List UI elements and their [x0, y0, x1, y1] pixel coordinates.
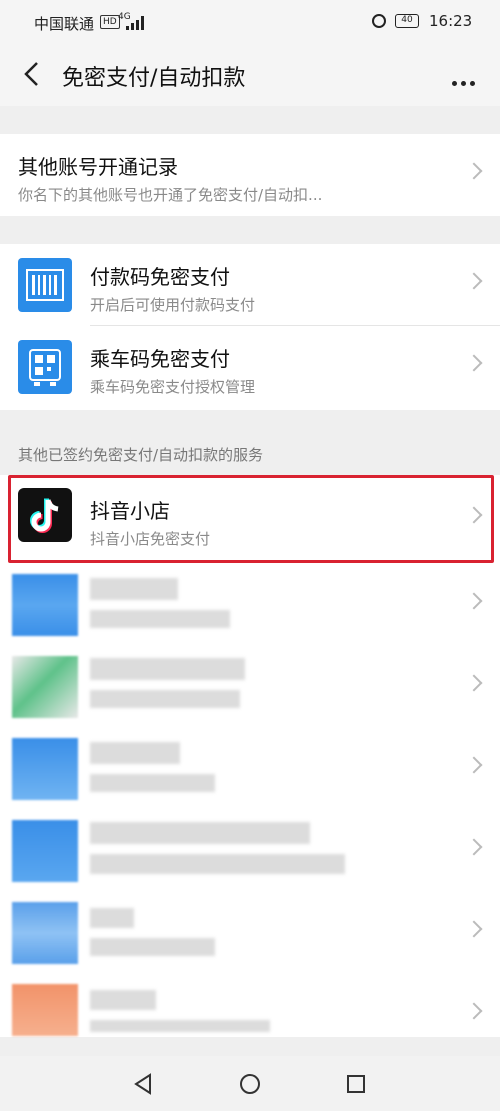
blurred-text [90, 1020, 270, 1032]
chevron-right-icon [465, 920, 483, 938]
ride-code-row[interactable]: 乘车码免密支付 乘车码免密支付授权管理 [0, 326, 500, 408]
hd-badge: HD [100, 15, 120, 29]
recents-square-icon[interactable] [345, 1073, 367, 1095]
signal-icon [126, 16, 144, 30]
home-circle-icon[interactable] [239, 1073, 261, 1095]
chevron-right-icon [465, 756, 483, 774]
chevron-right-icon [465, 272, 483, 290]
other-accounts-section: 其他账号开通记录 你名下的其他账号也开通了免密支付/自动扣... [0, 134, 500, 216]
blurred-text [90, 690, 240, 708]
clock: 16:23 [429, 12, 473, 30]
blurred-text [90, 578, 178, 600]
services-section-label: 其他已签约免密支付/自动扣款的服务 [18, 446, 264, 464]
chevron-right-icon [465, 354, 483, 372]
blurred-text [90, 908, 134, 928]
payment-code-title: 付款码免密支付 [90, 265, 230, 289]
blurred-text [90, 610, 230, 628]
ride-code-subtitle: 乘车码免密支付授权管理 [90, 378, 256, 396]
blurred-text [90, 938, 215, 956]
blurred-text [90, 990, 156, 1010]
blurred-service-row[interactable] [0, 564, 500, 646]
other-accounts-row[interactable]: 其他账号开通记录 你名下的其他账号也开通了免密支付/自动扣... [0, 134, 500, 216]
blurred-app-icon [12, 738, 78, 800]
system-nav-bar [0, 1056, 500, 1111]
blurred-service-row[interactable] [0, 892, 500, 974]
title-bar: 免密支付/自动扣款 [0, 44, 500, 106]
blurred-service-row[interactable] [0, 728, 500, 810]
chevron-right-icon [465, 674, 483, 692]
blurred-text [90, 774, 215, 792]
blurred-service-row[interactable] [0, 810, 500, 892]
blurred-app-icon [12, 574, 78, 636]
chevron-right-icon [465, 592, 483, 610]
payment-methods-section: 付款码免密支付 开启后可使用付款码支付 乘车码免密支付 乘车码免密支付授权管理 [0, 244, 500, 410]
blurred-text [90, 822, 310, 844]
other-accounts-subtitle: 你名下的其他账号也开通了免密支付/自动扣... [18, 186, 323, 204]
alarm-icon [372, 14, 386, 28]
blurred-app-icon [12, 984, 78, 1036]
payment-code-row[interactable]: 付款码免密支付 开启后可使用付款码支付 [0, 244, 500, 326]
chevron-right-icon [465, 1002, 483, 1020]
blurred-service-row[interactable] [0, 974, 500, 1056]
chevron-right-icon [465, 162, 483, 180]
blurred-app-icon [12, 820, 78, 882]
blurred-text [90, 658, 245, 680]
blurred-app-icon [12, 656, 78, 718]
page-title: 免密支付/自动扣款 [62, 66, 246, 91]
bus-qrcode-icon [18, 340, 72, 394]
barcode-icon [18, 258, 72, 312]
status-bar: 中国联通 HD 4G 40 16:23 [0, 0, 500, 44]
more-options-icon[interactable] [452, 71, 482, 86]
back-arrow-icon[interactable] [18, 59, 48, 89]
blurred-text [90, 742, 180, 764]
back-triangle-icon[interactable] [132, 1073, 154, 1095]
other-accounts-title: 其他账号开通记录 [18, 155, 178, 179]
blurred-text [90, 854, 345, 874]
blurred-service-row[interactable] [0, 646, 500, 728]
carrier-name: 中国联通 [34, 15, 95, 33]
ride-code-title: 乘车码免密支付 [90, 347, 230, 371]
chevron-right-icon [465, 838, 483, 856]
payment-code-subtitle: 开启后可使用付款码支付 [90, 296, 256, 314]
blurred-app-icon [12, 902, 78, 964]
highlight-box [8, 475, 494, 563]
battery-icon: 40 [395, 14, 419, 28]
